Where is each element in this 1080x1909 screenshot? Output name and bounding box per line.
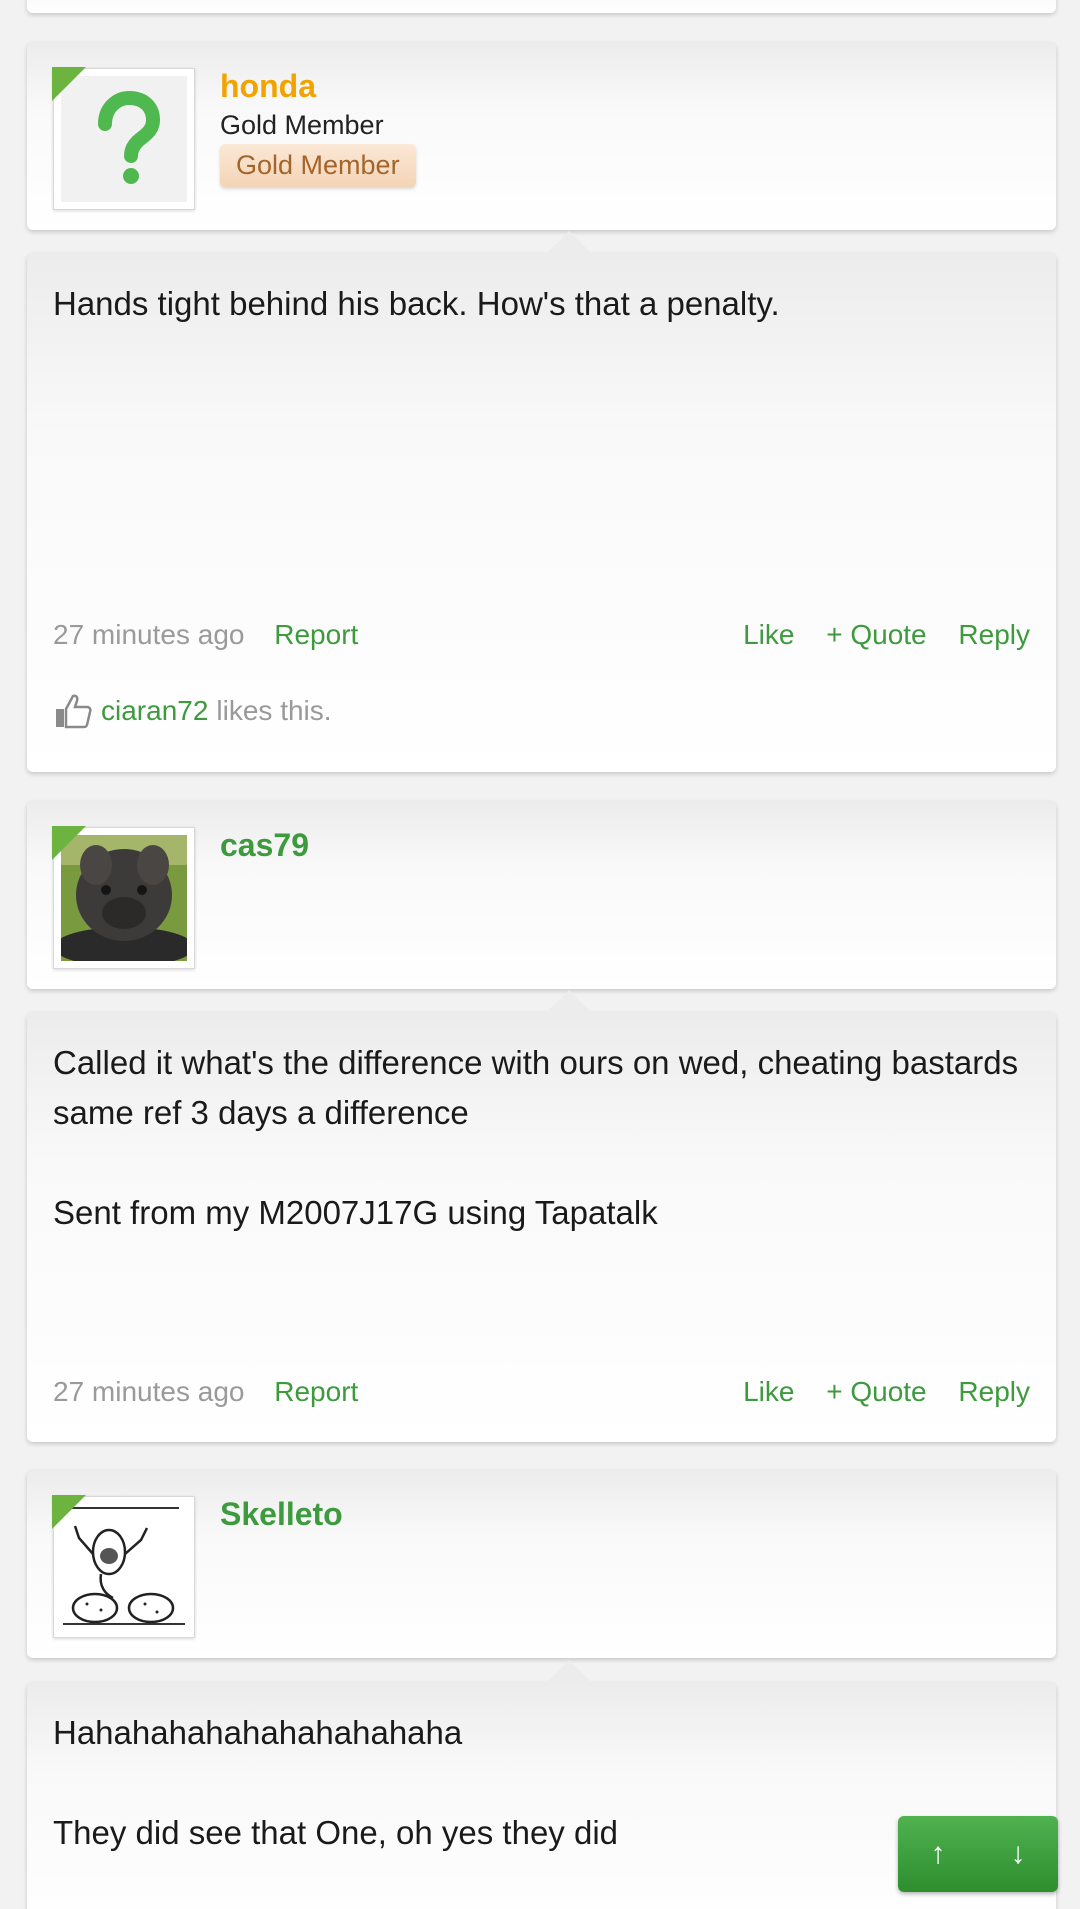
post-message: Hands tight behind his back. How's that … (53, 285, 780, 322)
user-title: Gold Member (220, 110, 384, 140)
previous-post-card (27, 0, 1056, 13)
quote-link[interactable]: + Quote (826, 1376, 926, 1407)
post-time: 27 minutes ago (53, 619, 245, 650)
post-message-card: Called it what's the difference with our… (27, 990, 1056, 1442)
quote-link[interactable]: + Quote (826, 619, 926, 650)
username[interactable]: cas79 (220, 827, 309, 864)
scroll-down-button[interactable]: ↓ (991, 1837, 1046, 1871)
post-message: Called it what's the difference with our… (53, 1044, 1019, 1231)
report-link[interactable]: Report (274, 1376, 358, 1407)
post-author-card: Skelleto (27, 1470, 1056, 1658)
thumbs-up-icon (56, 694, 92, 729)
pointer-arrow (547, 231, 591, 253)
username[interactable]: honda (220, 68, 316, 105)
online-indicator (52, 826, 86, 860)
user-badge: Gold Member (220, 144, 416, 187)
online-indicator (52, 67, 86, 101)
likes-summary: ciaran72 likes this. (53, 691, 332, 731)
post-meta: 27 minutes ago Report Like + Quote Reply (53, 1376, 1030, 1408)
post-message-card: Hands tight behind his back. How's that … (27, 231, 1056, 772)
post-time: 27 minutes ago (53, 1376, 245, 1407)
avatar[interactable] (52, 67, 195, 210)
avatar[interactable] (52, 826, 195, 969)
avatar[interactable] (52, 1495, 195, 1638)
post-author-card: cas79 (27, 801, 1056, 989)
online-indicator (52, 1495, 86, 1529)
scroll-up-button[interactable]: ↑ (911, 1837, 966, 1871)
like-link[interactable]: Like (743, 1376, 794, 1407)
report-link[interactable]: Report (274, 619, 358, 650)
username[interactable]: Skelleto (220, 1496, 343, 1533)
liker-link[interactable]: ciaran72 (101, 695, 208, 727)
post-meta: 27 minutes ago Report Like + Quote Reply (53, 619, 1030, 651)
scroll-nav: ↑ ↓ (898, 1816, 1058, 1892)
post-author-card: honda Gold Member Gold Member (27, 42, 1056, 230)
like-link[interactable]: Like (743, 619, 794, 650)
reply-link[interactable]: Reply (958, 619, 1030, 650)
thread-page: honda Gold Member Gold Member Hands tigh… (0, 0, 1080, 1909)
reply-link[interactable]: Reply (958, 1376, 1030, 1407)
pointer-arrow (547, 1660, 591, 1682)
likes-suffix: likes this. (216, 695, 332, 726)
pointer-arrow (547, 990, 591, 1012)
post-message: Hahahahahahahahahahaha They did see that… (53, 1714, 619, 1851)
